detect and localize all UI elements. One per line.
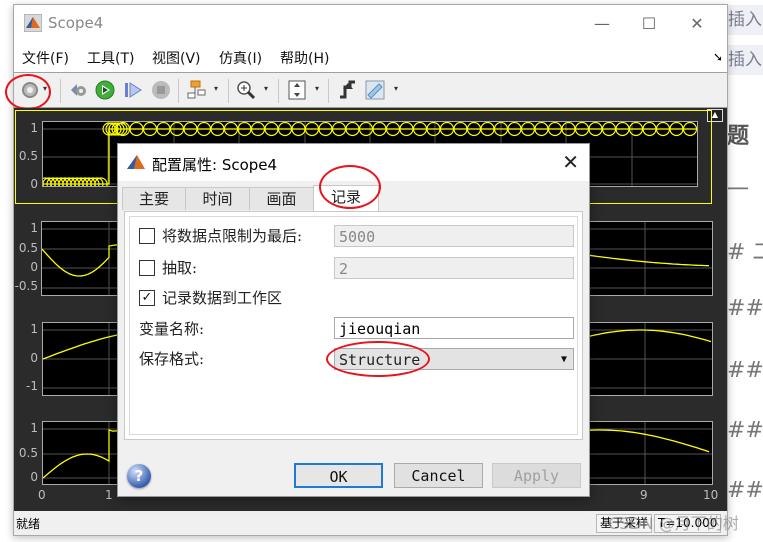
y-tick: 0.5 — [18, 241, 38, 255]
toolbar-separator — [178, 79, 179, 103]
background-page — [725, 0, 763, 542]
y-tick: 0.5 — [18, 149, 38, 163]
cancel-button[interactable]: Cancel — [394, 463, 483, 488]
decimation-label: 抽取: — [162, 259, 198, 277]
close-button[interactable]: ✕ — [674, 9, 720, 39]
y-tick: 1 — [30, 421, 38, 435]
annotation-circle — [319, 165, 381, 209]
triggers-icon[interactable] — [336, 79, 358, 101]
annotation-circle — [326, 341, 430, 377]
toolbar: ▾ ▾ ▾ ▾ ▾ — [5, 73, 727, 110]
variable-name-input[interactable]: jieouqian — [334, 317, 574, 339]
tab-display[interactable]: 画面 — [249, 187, 314, 210]
x-tick: 1 — [105, 488, 113, 502]
save-format-label: 保存格式: — [139, 350, 205, 368]
y-tick: 0 — [30, 470, 38, 484]
annotation-circle — [5, 74, 51, 110]
window-title: Scope4 — [48, 14, 104, 32]
menu-file[interactable]: 文件(F) — [22, 48, 69, 68]
menu-view[interactable]: 视图(V) — [152, 48, 201, 68]
limit-points-checkbox[interactable] — [139, 228, 155, 244]
x-tick: 9 — [640, 488, 648, 502]
tab-time[interactable]: 时间 — [185, 187, 250, 210]
decimation-checkbox[interactable] — [139, 260, 155, 276]
decimation-input[interactable]: 2 — [334, 257, 574, 279]
y-tick: 0 — [30, 351, 38, 365]
signal-selector-dropdown-icon[interactable]: ▾ — [214, 84, 218, 93]
tab-main[interactable]: 主要 — [122, 187, 186, 210]
config-properties-dialog: 配置属性: Scope4 ✕ 主要 时间 画面 记录 将数据点限制为最后: 50… — [117, 143, 590, 497]
measurements-icon[interactable] — [364, 79, 386, 101]
limit-points-input[interactable]: 5000 — [334, 225, 574, 247]
toolbar-separator — [228, 79, 229, 103]
step-back-icon[interactable] — [67, 79, 89, 101]
step-forward-icon[interactable] — [122, 79, 144, 101]
menu-help[interactable]: 帮助(H) — [280, 48, 329, 68]
y-tick: -0.5 — [14, 279, 38, 293]
menu-simulation[interactable]: 仿真(I) — [219, 48, 262, 68]
chevron-down-icon: ▼ — [560, 354, 567, 365]
toolbar-separator — [278, 79, 279, 103]
measurements-dropdown-icon[interactable]: ▾ — [394, 84, 398, 93]
scale-axes-icon[interactable] — [286, 79, 308, 101]
ok-label: OK — [329, 468, 348, 486]
y-tick: 0 — [30, 260, 38, 274]
bg-heading: 题 — [727, 124, 750, 149]
zoom-in-icon[interactable] — [235, 79, 257, 101]
maximize-button[interactable]: ☐ — [626, 9, 672, 39]
log-to-workspace-checkbox[interactable]: ✓ — [139, 290, 155, 306]
x-tick: 10 — [703, 488, 719, 502]
bg-heading-3: ## 1 — [727, 296, 763, 321]
toolbar-separator — [328, 79, 329, 103]
variable-name-label: 变量名称: — [139, 320, 205, 338]
limit-points-label: 将数据点限制为最后: — [162, 227, 303, 245]
bg-heading-1: 一 — [727, 178, 750, 203]
zoom-dropdown-icon[interactable]: ▾ — [264, 84, 268, 93]
y-tick: 1 — [30, 121, 38, 135]
bg-heading-4: ### — [727, 358, 763, 383]
bg-insert-u-button[interactable]: 插入U — [728, 5, 763, 35]
logging-group: 将数据点限制为最后: 5000 抽取: 2 ✓ 记录数据到工作区 变量名称: j… — [129, 216, 578, 435]
signal-selector-icon[interactable] — [186, 79, 208, 101]
scale-axes-dropdown-icon[interactable]: ▾ — [315, 84, 319, 93]
y-tick: 1 — [30, 322, 38, 336]
apply-label: Apply — [513, 467, 560, 485]
bg-insert-f-button[interactable]: 插入F — [728, 45, 763, 75]
title-bar: Scope4 — ☐ ✕ — [14, 5, 727, 42]
apply-button[interactable]: Apply — [492, 463, 581, 488]
y-tick: -1 — [26, 379, 38, 393]
matlab-logo-icon — [127, 155, 145, 169]
minimize-button[interactable]: — — [579, 9, 625, 39]
ok-button[interactable]: OK — [294, 463, 383, 488]
dock-arrow-icon[interactable]: ➘ — [713, 50, 723, 64]
matlab-logo-icon — [24, 14, 42, 32]
y-tick: 0 — [30, 177, 38, 191]
status-text: 就绪 — [16, 517, 41, 531]
log-to-workspace-label: 记录数据到工作区 — [162, 289, 283, 307]
bg-heading-6: #### — [727, 478, 763, 503]
bg-heading-5: #### — [727, 418, 763, 443]
cancel-label: Cancel — [411, 467, 466, 485]
toolbar-separator — [60, 79, 61, 103]
watermark: CSDN @月下的树 — [608, 514, 739, 533]
menu-tools[interactable]: 工具(T) — [87, 48, 134, 68]
run-icon[interactable] — [94, 79, 116, 101]
y-tick: 0.5 — [18, 446, 38, 460]
stop-icon[interactable] — [150, 79, 172, 101]
y-tick: 1 — [30, 221, 38, 235]
dialog-title: 配置属性: Scope4 — [152, 156, 278, 174]
bg-heading-2: # 二 — [727, 240, 763, 265]
dialog-close-button[interactable]: ✕ — [562, 150, 579, 174]
menu-bar: 文件(F) 工具(T) 视图(V) 仿真(I) 帮助(H) ➘ — [14, 42, 727, 73]
help-button[interactable]: ? — [127, 464, 151, 488]
x-tick: 0 — [38, 488, 46, 502]
logging-panel: 将数据点限制为最后: 5000 抽取: 2 ✓ 记录数据到工作区 变量名称: j… — [124, 211, 583, 440]
